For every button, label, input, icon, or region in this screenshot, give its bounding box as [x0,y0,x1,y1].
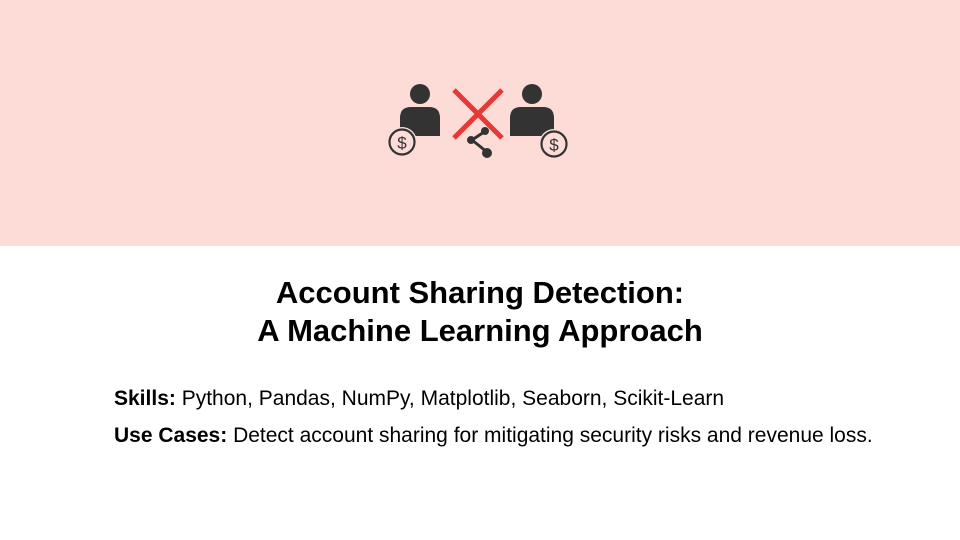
cross-mark-icon [452,88,504,140]
header-banner: $ $ [0,0,960,246]
title-line-2: A Machine Learning Approach [257,313,703,348]
dollar-coin-icon: $ [387,127,417,157]
svg-text:$: $ [397,134,407,153]
use-cases-paragraph: Use Cases: Detect account sharing for mi… [114,421,874,450]
title-line-1: Account Sharing Detection: [275,275,685,310]
person-icon [510,84,554,136]
svg-text:$: $ [549,136,559,155]
skills-value: Python, Pandas, NumPy, Matplotlib, Seabo… [175,387,725,410]
skills-label: Skills: [114,387,176,410]
slide: $ $ Account Sharing Detection: A Machine… [0,0,960,540]
project-details: Skills: Python, Pandas, NumPy, Matplotli… [114,384,874,458]
account-sharing-illustration: $ $ [387,84,569,159]
slide-title: Account Sharing Detection: A Machine Lea… [0,274,960,350]
use-cases-label: Use Cases: [114,424,228,447]
skills-paragraph: Skills: Python, Pandas, NumPy, Matplotli… [114,384,874,413]
use-cases-value: Detect account sharing for mitigating se… [227,424,873,447]
dollar-coin-icon: $ [539,129,569,159]
share-icon [467,127,492,158]
